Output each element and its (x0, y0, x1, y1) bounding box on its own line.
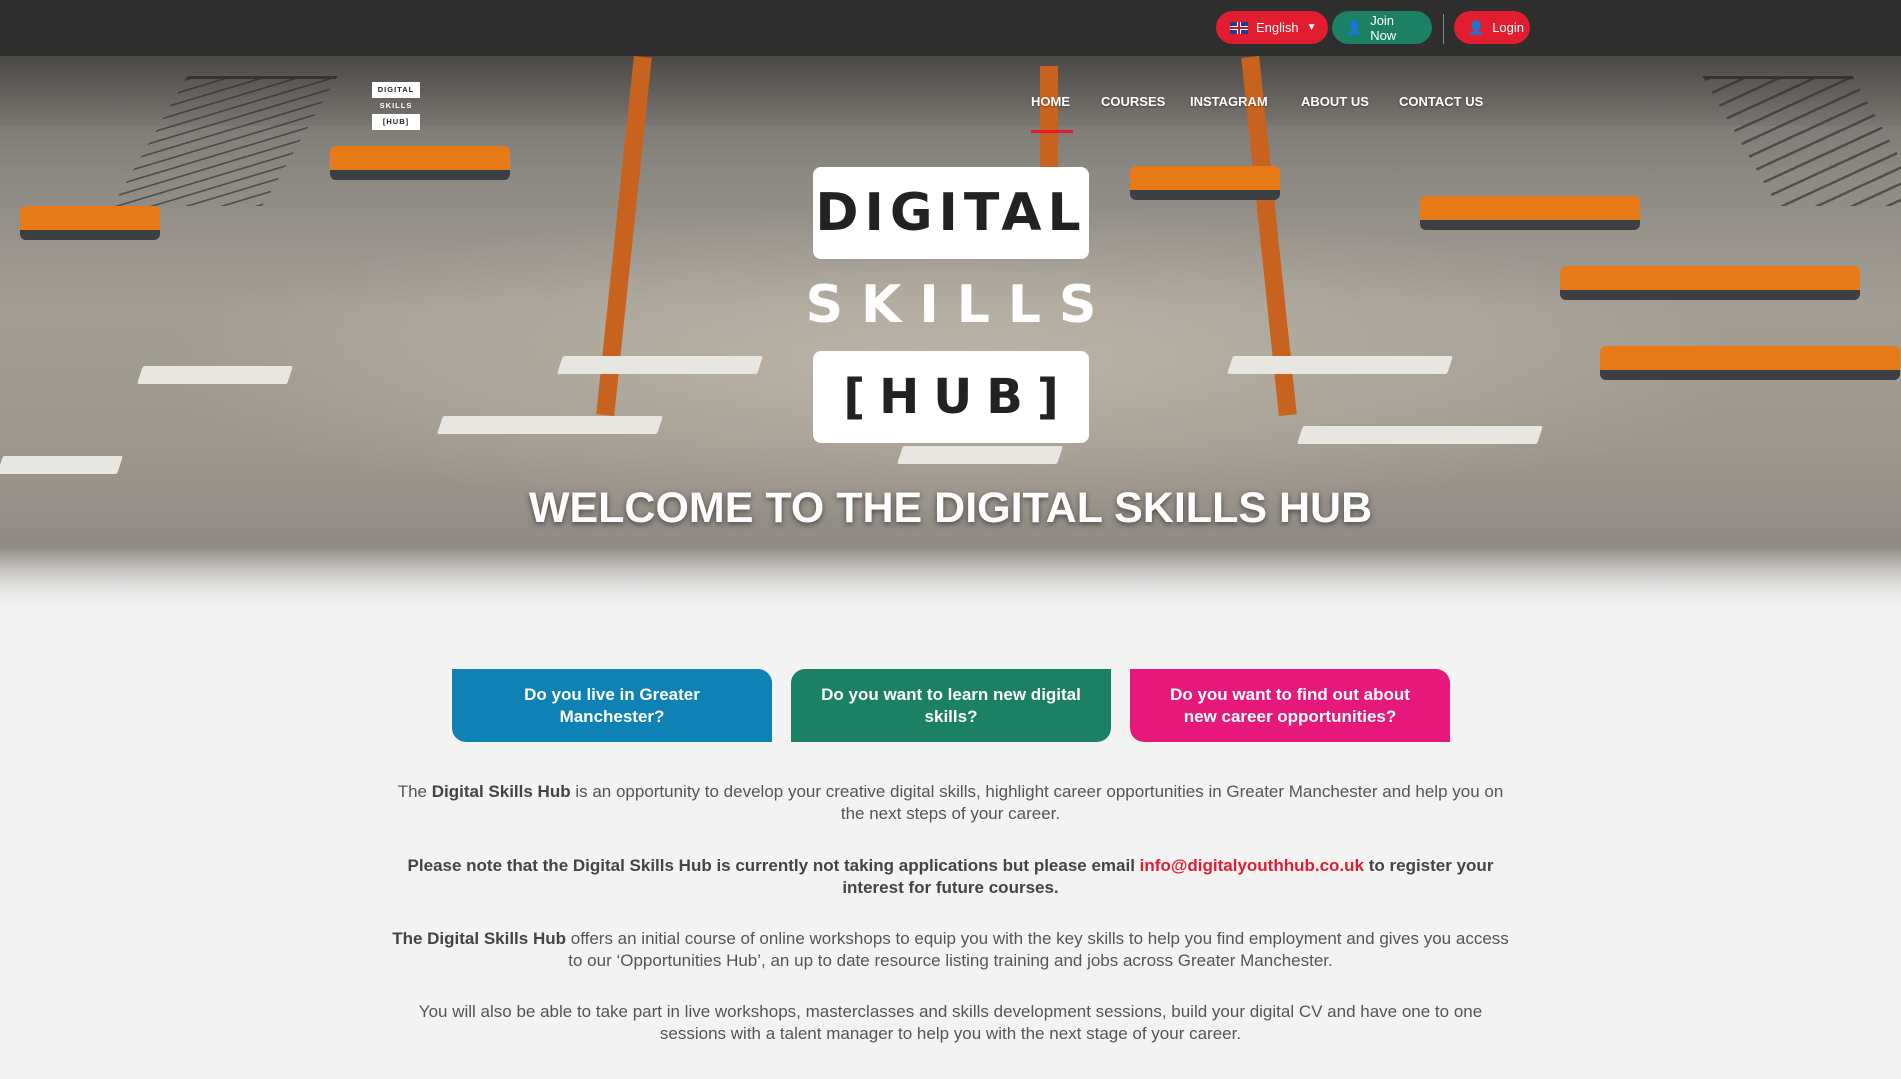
hero-photo-table (1227, 356, 1453, 374)
user-plus-icon: 👤 (1346, 20, 1363, 35)
hero-fade (0, 546, 1901, 616)
hero-logo-digital: DIGITAL (813, 167, 1089, 259)
nav-instagram[interactable]: INSTAGRAM (1190, 94, 1268, 109)
hero-photo-booth (330, 146, 510, 180)
login-button[interactable]: 👤 Login (1454, 11, 1530, 44)
login-label: Login (1492, 20, 1524, 35)
nav-contact-us[interactable]: CONTACT US (1399, 94, 1483, 109)
hero-photo-booth (1130, 166, 1280, 200)
greater-manchester-button[interactable]: Do you live in Greater Manchester? (452, 669, 772, 742)
notice-text: Please note that the Digital Skills Hub … (407, 856, 1140, 875)
hero-photo-table (0, 456, 123, 474)
hero-photo-table (557, 356, 763, 374)
course-bold: The Digital Skills Hub (392, 929, 567, 948)
topbar-divider (1443, 14, 1444, 44)
hero-photo-table (1297, 426, 1543, 444)
nav-active-indicator (1031, 130, 1073, 133)
join-now-button[interactable]: 👤 Join Now (1332, 11, 1432, 44)
uk-flag-icon (1230, 21, 1248, 34)
applications-notice: Please note that the Digital Skills Hub … (390, 855, 1511, 899)
nav-home[interactable]: HOME (1031, 94, 1070, 109)
hero-logo: DIGITAL SKILLS [HUB] (805, 167, 1115, 443)
workshops-paragraph: You will also be able to take part in li… (418, 1002, 1483, 1043)
site-logo[interactable]: DIGITAL SKILLS [HUB] (372, 82, 420, 130)
intro-text: is an opportunity to develop your creati… (570, 782, 1504, 823)
hero-logo-hub: [HUB] (813, 351, 1089, 443)
hero-photo-booth (1420, 196, 1640, 230)
site-logo-line: SKILLS (379, 101, 413, 110)
email-link[interactable]: info@digitalyouthhub.co.uk (1140, 856, 1364, 875)
intro-bold: Digital Skills Hub (431, 782, 571, 801)
course-text: offers an initial course of online works… (566, 929, 1509, 970)
user-icon: 👤 (1468, 20, 1485, 35)
join-now-label: Join Now (1370, 12, 1397, 43)
site-logo-line: [HUB] (372, 114, 420, 130)
hero-photo-booth (20, 206, 160, 240)
nav-courses[interactable]: COURSES (1101, 94, 1165, 109)
hero-photo-table (897, 446, 1063, 464)
site-logo-line: DIGITAL (372, 82, 420, 98)
nav-about-us[interactable]: ABOUT US (1301, 94, 1369, 109)
intro-paragraph: The Digital Skills Hub is an opportunity… (390, 781, 1511, 825)
learn-digital-skills-button[interactable]: Do you want to learn new digital skills? (791, 669, 1111, 742)
hero-photo-table (437, 416, 663, 434)
intro-text: The (397, 782, 432, 801)
course-paragraph: The Digital Skills Hub offers an initial… (390, 928, 1511, 972)
career-opportunities-button[interactable]: Do you want to find out about new career… (1130, 669, 1450, 742)
language-label: English (1256, 20, 1299, 35)
hero-photo-booth (1600, 346, 1900, 380)
caret-down-icon: ▼ (1306, 22, 1317, 33)
hero-photo-table (137, 366, 293, 384)
hero-logo-skills: SKILLS (805, 275, 1115, 335)
top-bar: English ▼ 👤 Join Now 👤 Login (0, 0, 1901, 56)
language-selector[interactable]: English ▼ (1216, 11, 1328, 44)
hero-title: WELCOME TO THE DIGITAL SKILLS HUB (528, 484, 1373, 532)
hero-photo-booth (1560, 266, 1860, 300)
